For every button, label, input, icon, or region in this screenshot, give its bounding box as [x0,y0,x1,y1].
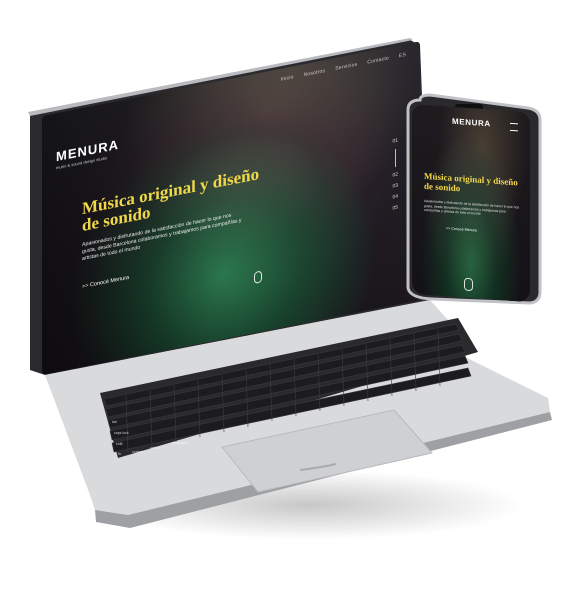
device-mockup-scene: Inicio Nosotros Servicios Contacto ES ME… [0,0,580,594]
phone-screen: MENURA Música original y diseño de sonid… [412,104,530,303]
phone-scroll-mouse-icon [464,277,473,292]
menu-icon[interactable] [510,122,518,132]
